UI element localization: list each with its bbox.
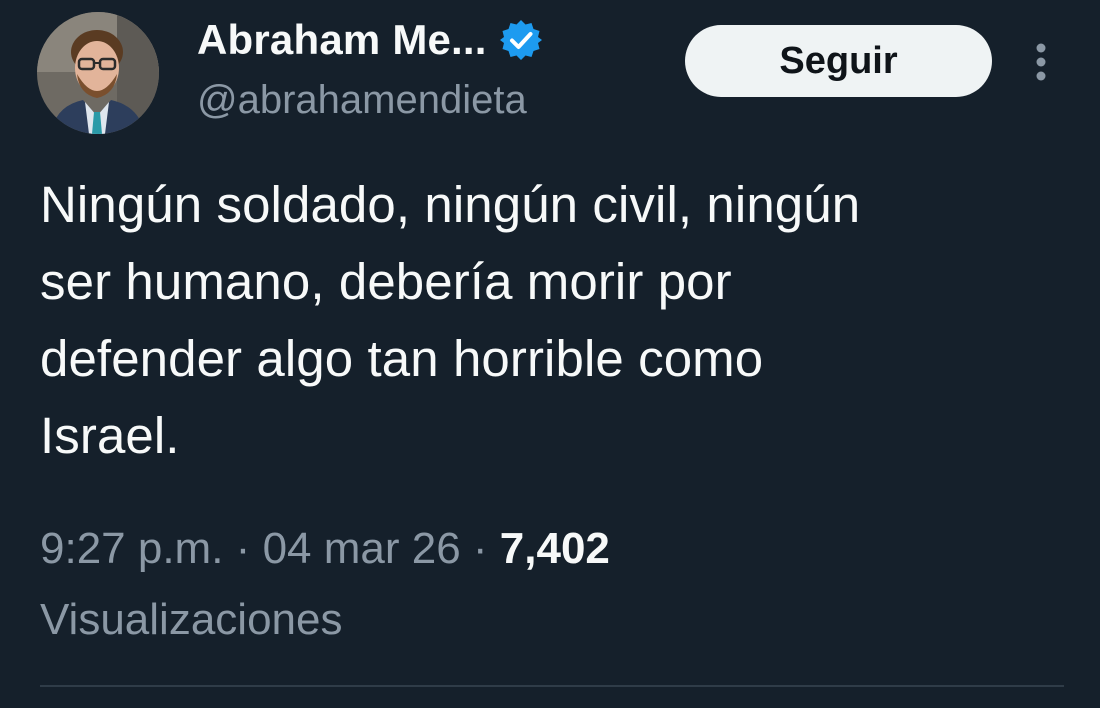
tweet-time[interactable]: 9:27 p.m. <box>40 524 223 573</box>
tweet-card: Abraham Me... @abrahamendieta Seguir Nin… <box>0 0 1100 708</box>
views-count: 7,402 <box>499 524 610 573</box>
follow-button[interactable]: Seguir <box>685 25 992 97</box>
avatar-image <box>37 12 159 134</box>
tweet-text: Ningún soldado, ningún civil, ningún ser… <box>40 176 861 464</box>
meta-separator: · <box>472 524 488 573</box>
divider <box>40 685 1064 687</box>
meta-separator: · <box>235 524 251 573</box>
more-options-icon[interactable] <box>1023 38 1059 86</box>
tweet-metadata: 9:27 p.m. · 04 mar 26 · 7,402 <box>40 518 610 580</box>
display-name[interactable]: Abraham Me... <box>197 16 487 64</box>
views-label: Visualizaciones <box>40 595 343 644</box>
verified-badge-icon <box>499 18 543 62</box>
tweet-date[interactable]: 04 mar 26 <box>263 524 461 573</box>
avatar[interactable] <box>37 12 159 134</box>
user-name-row: Abraham Me... <box>197 14 543 66</box>
user-handle[interactable]: @abrahamendieta <box>197 78 527 123</box>
